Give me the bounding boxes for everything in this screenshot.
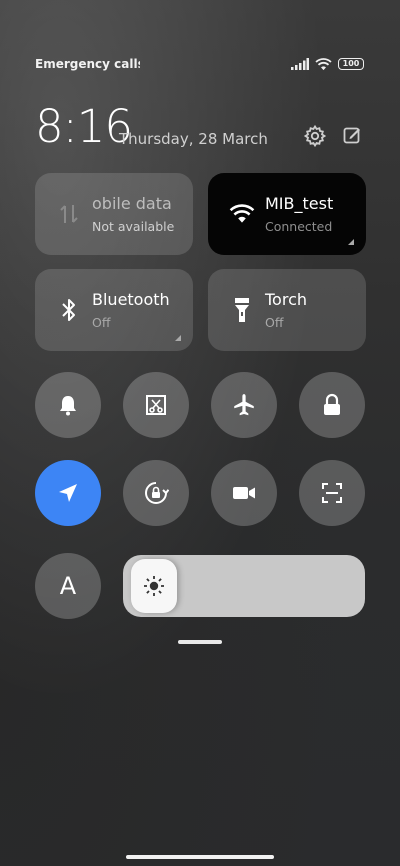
- wifi-icon: [228, 200, 256, 228]
- status-bar: Emergency calls o 100: [35, 54, 364, 74]
- home-indicator[interactable]: [126, 855, 274, 859]
- carrier-text: Emergency calls o: [35, 57, 140, 71]
- toggle-screenshot[interactable]: [123, 372, 189, 438]
- tile-subtitle: Off: [265, 315, 284, 330]
- tile-title: Bluetooth: [92, 290, 170, 309]
- toggle-lock-screen[interactable]: [299, 372, 365, 438]
- toggle-airplane[interactable]: [211, 372, 277, 438]
- location-icon: [59, 484, 77, 502]
- battery-icon: 100: [338, 58, 364, 70]
- torch-icon: [228, 296, 256, 324]
- toggle-location[interactable]: [35, 460, 101, 526]
- tile-subtitle: Connected: [265, 219, 333, 234]
- wifi-status-icon: [315, 57, 332, 70]
- toggle-auto-brightness[interactable]: A: [35, 553, 101, 619]
- tile-subtitle: Not available: [92, 219, 175, 234]
- settings-gear-icon[interactable]: [303, 124, 327, 148]
- status-icons: 100: [291, 57, 364, 71]
- bluetooth-icon: [55, 296, 83, 324]
- toggle-scanner[interactable]: [299, 460, 365, 526]
- toggle-mute[interactable]: [35, 372, 101, 438]
- expand-corner-icon[interactable]: [348, 239, 354, 245]
- brightness-slider-fill[interactable]: [131, 559, 177, 613]
- toggle-rotation-lock[interactable]: [123, 460, 189, 526]
- mobile-data-icon: [55, 200, 83, 228]
- expand-corner-icon[interactable]: [175, 335, 181, 341]
- tile-mobile-data[interactable]: obile data Not available: [35, 173, 193, 255]
- auto-brightness-label: A: [59, 572, 77, 600]
- date-text: Thursday, 28 March: [119, 130, 268, 148]
- tile-bluetooth[interactable]: Bluetooth Off: [35, 269, 193, 351]
- toggle-screen-recorder[interactable]: [211, 460, 277, 526]
- brightness-slider[interactable]: [123, 555, 365, 617]
- signal-icon: [291, 58, 309, 70]
- tile-torch[interactable]: Torch Off: [208, 269, 366, 351]
- tile-wifi[interactable]: MIB_test Connected: [208, 173, 366, 255]
- bell-icon: [60, 396, 76, 416]
- edit-icon[interactable]: [342, 125, 362, 145]
- tile-title: obile data: [92, 194, 172, 213]
- header: 8:16 Thursday, 28 March: [35, 100, 365, 153]
- scan-icon: [322, 483, 342, 503]
- tile-subtitle: Off: [92, 315, 111, 330]
- screenshot-icon: [146, 395, 166, 415]
- sun-icon: [144, 576, 164, 596]
- panel-drag-handle[interactable]: [178, 640, 222, 644]
- tile-title: MIB_test: [265, 194, 334, 213]
- video-camera-icon: [233, 487, 255, 499]
- rotation-lock-icon: [145, 482, 169, 504]
- airplane-icon: [234, 394, 254, 416]
- lock-icon: [324, 393, 340, 415]
- clock-time: 8:16: [35, 100, 133, 153]
- tile-title: Torch: [265, 290, 308, 309]
